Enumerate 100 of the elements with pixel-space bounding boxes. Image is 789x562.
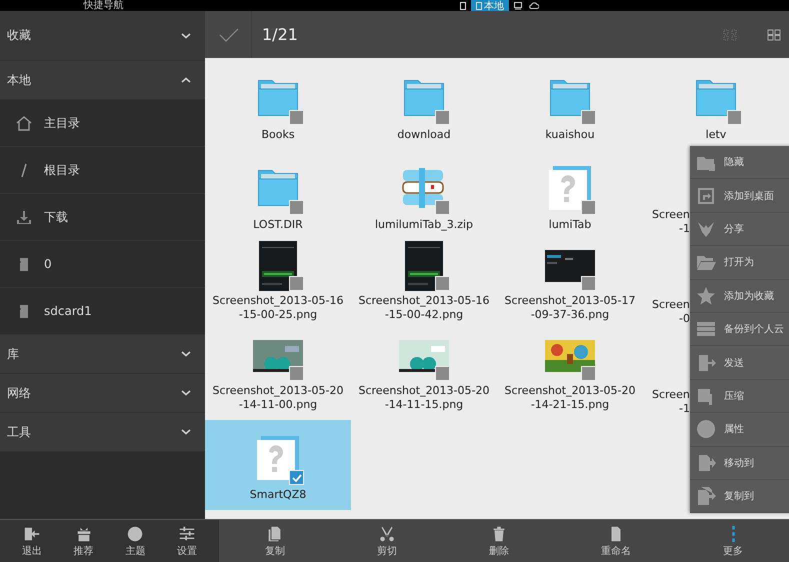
checkbox[interactable] [581, 276, 596, 291]
action-button[interactable]: 删除 [485, 520, 513, 562]
section-label: 工具 [7, 424, 31, 440]
file-item[interactable]: kuaishou [497, 60, 643, 150]
file-name: Screenshot_2013-05-16 -15-00-42.png [358, 294, 490, 322]
file-name: Screenshot_2013-05-20 -14-11-00.png [212, 384, 344, 412]
location-tab[interactable] [512, 0, 524, 11]
menu-item[interactable]: 属性 [690, 413, 789, 447]
file-name: LOST.DIR [253, 218, 303, 232]
folder-icon [404, 80, 444, 116]
checkbox[interactable] [581, 110, 596, 125]
file-name: download [397, 128, 451, 142]
section-label: 库 [7, 346, 19, 362]
arrow-box-icon [696, 186, 716, 206]
file-item[interactable]: Screenshot_2013-05-20 -14-21-15.png [497, 330, 643, 420]
file-item[interactable]: Screenshot_2013-05-20 -14-11-00.png [205, 330, 351, 420]
checkbox[interactable] [289, 200, 304, 215]
checkbox[interactable] [435, 366, 450, 381]
unknown-file-icon [547, 165, 593, 211]
action-button[interactable]: 剪切 [373, 520, 401, 562]
move-icon [696, 452, 716, 473]
file-name: Screenshot_2013-05-20 -14-21-15.png [504, 384, 636, 412]
menu-item[interactable]: 备份到个人云 [690, 312, 789, 346]
grid-view-icon[interactable] [723, 28, 737, 40]
star-icon [696, 286, 716, 306]
file-name: letv [706, 128, 726, 142]
location-tab[interactable] [458, 0, 468, 11]
file-item[interactable]: lumiTab [497, 150, 643, 240]
tool-button[interactable]: 主题 [121, 520, 150, 562]
checkbox[interactable] [289, 276, 304, 291]
tool-button[interactable]: 退出 [18, 520, 46, 562]
menu-item[interactable]: 发送 [690, 346, 789, 380]
section-label: 收藏 [7, 27, 31, 44]
section-header[interactable]: 收藏 [0, 11, 205, 61]
action-button[interactable]: 复制 [261, 520, 289, 562]
send-icon [696, 352, 716, 373]
copy-to-icon [696, 486, 716, 506]
checkbox[interactable] [289, 110, 304, 125]
location-label: sdcard1 [44, 304, 92, 318]
file-item[interactable]: LOST.DIR [205, 150, 351, 240]
section-label: 本地 [7, 72, 31, 88]
checkbox[interactable] [289, 366, 304, 381]
checkmark-icon [292, 474, 302, 482]
file-label: Screen -0 [652, 298, 690, 326]
file-item[interactable]: Screenshot_2013-05-16 -15-00-42.png [351, 240, 497, 330]
location-label: 主目录 [44, 114, 80, 132]
folder-icon [550, 80, 590, 116]
file-item[interactable]: lumilumiTab_3.zip [351, 150, 497, 240]
checkbox[interactable] [435, 200, 450, 215]
file-item[interactable]: Screenshot_2013-05-16 -15-00-25.png [205, 240, 351, 330]
location-tab[interactable]: 本地 [471, 0, 509, 11]
file-name: Screenshot_2013-05-17 -09-37-36.png [504, 294, 636, 322]
menu-item[interactable]: 添加到桌面 [690, 179, 789, 213]
file-label: Screen -1 [652, 208, 690, 236]
tool-button[interactable]: 推荐 [70, 520, 98, 562]
file-name: SmartQZ8 [250, 488, 306, 502]
select-all-icon[interactable] [767, 28, 781, 40]
folder-icon [258, 80, 298, 116]
phone-icon [460, 2, 466, 10]
checkbox[interactable] [435, 110, 450, 125]
menu-item[interactable]: 打开为 [690, 246, 789, 280]
checkbox[interactable] [581, 200, 596, 215]
check-icon[interactable] [219, 28, 239, 42]
action-button[interactable]: 重命名 [597, 520, 635, 562]
unknown-file-icon [255, 435, 301, 481]
menu-item[interactable]: 压缩 [690, 380, 789, 414]
checkbox[interactable] [581, 366, 596, 381]
folder-icon [258, 170, 298, 206]
scissors-icon [378, 524, 396, 542]
checkbox[interactable] [289, 470, 304, 485]
file-name: kuaishou [545, 128, 595, 142]
file-item[interactable]: Screenshot_2013-05-17 -09-37-36.png [497, 240, 643, 330]
file-name: Screenshot_2013-05-20 -14-11-15.png [358, 384, 490, 412]
sliders-icon [178, 524, 196, 542]
menu-item[interactable]: 分享 [690, 212, 789, 246]
section-header[interactable]: 本地 [0, 61, 205, 100]
menu-item[interactable]: 添加为收藏 [690, 280, 789, 313]
file-item[interactable]: Books [205, 60, 351, 150]
section-header[interactable]: 库 [0, 335, 205, 374]
file-item[interactable]: Screenshot_2013-05-20 -14-11-15.png [351, 330, 497, 420]
more-icon [732, 524, 734, 542]
menu-item[interactable]: 移动到 [690, 446, 789, 480]
computer-icon [514, 2, 522, 10]
section-header[interactable]: 工具 [0, 413, 205, 452]
selection-count: 1/21 [251, 11, 723, 58]
checkbox[interactable] [727, 110, 742, 125]
checkbox[interactable] [435, 276, 450, 291]
phone-icon [476, 2, 482, 10]
file-item[interactable]: SmartQZ8 [205, 420, 351, 510]
exit-icon [22, 524, 41, 542]
location-label: 根目录 [44, 162, 80, 178]
file-name: Screenshot_2013-05-16 -15-00-25.png [212, 294, 344, 322]
file-name: Books [261, 128, 295, 142]
tool-button[interactable]: 设置 [173, 520, 202, 562]
location-tab[interactable] [527, 0, 541, 11]
file-label: Screen -1 [652, 388, 690, 416]
action-button[interactable]: 更多 [719, 520, 747, 562]
file-item[interactable]: download [351, 60, 497, 150]
menu-item[interactable]: 复制到 [690, 480, 789, 514]
section-header[interactable]: 网络 [0, 374, 205, 413]
